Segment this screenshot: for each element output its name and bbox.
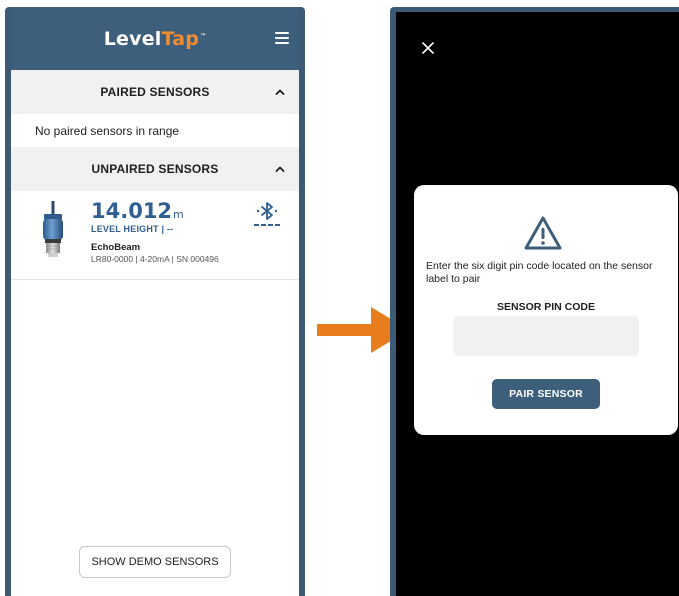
pin-code-input[interactable] [453, 316, 639, 356]
unpaired-sensors-title: UNPAIRED SENSORS [91, 162, 219, 176]
paired-sensors-title: PAIRED SENSORS [100, 85, 210, 99]
logo-level-text: Level [103, 27, 162, 50]
pair-sensor-button[interactable]: PAIR SENSOR [492, 379, 600, 409]
level-height-label: LEVEL HEIGHT | -- [91, 224, 174, 234]
chevron-up-icon[interactable] [275, 164, 285, 174]
right-phone-frame: Enter the six digit pin code located on … [390, 7, 679, 596]
sensor-reading: 14.012m [91, 199, 184, 223]
pair-sensor-modal: Enter the six digit pin code located on … [414, 185, 678, 435]
left-phone-screen: LevelTap™ PAIRED SENSORS No paired senso… [11, 7, 299, 596]
chevron-up-icon[interactable] [275, 87, 285, 97]
warning-icon [524, 216, 562, 250]
left-phone-frame: LevelTap™ PAIRED SENSORS No paired senso… [5, 7, 305, 596]
app-header: LevelTap™ [11, 7, 299, 70]
reading-unit: m [173, 208, 184, 221]
reading-value: 14.012 [91, 199, 173, 223]
bluetooth-icon[interactable] [253, 201, 281, 233]
sensor-device-icon [43, 201, 63, 257]
no-paired-sensors-text: No paired sensors in range [35, 123, 180, 138]
right-phone-screen: Enter the six digit pin code located on … [396, 12, 679, 596]
show-demo-sensors-button[interactable]: SHOW DEMO SENSORS [79, 546, 231, 578]
close-icon[interactable] [422, 42, 434, 54]
paired-sensors-header[interactable]: PAIRED SENSORS [11, 70, 299, 114]
logo-tap-text: Tap [161, 27, 200, 50]
logo-trademark: ™ [200, 32, 207, 40]
app-logo: LevelTap™ [104, 28, 207, 50]
sensor-model: EchoBeam [91, 242, 141, 253]
pin-instructions-text: Enter the six digit pin code located on … [426, 260, 653, 285]
sensor-list-item[interactable]: 14.012m LEVEL HEIGHT | -- EchoBeam LR80-… [11, 191, 299, 280]
sensor-pin-code-label: SENSOR PIN CODE [496, 301, 596, 313]
unpaired-sensors-header[interactable]: UNPAIRED SENSORS [11, 147, 299, 191]
hamburger-menu-icon[interactable] [275, 32, 289, 44]
sensor-detail: LR80-0000 | 4-20mA | SN 000496 [91, 254, 219, 264]
